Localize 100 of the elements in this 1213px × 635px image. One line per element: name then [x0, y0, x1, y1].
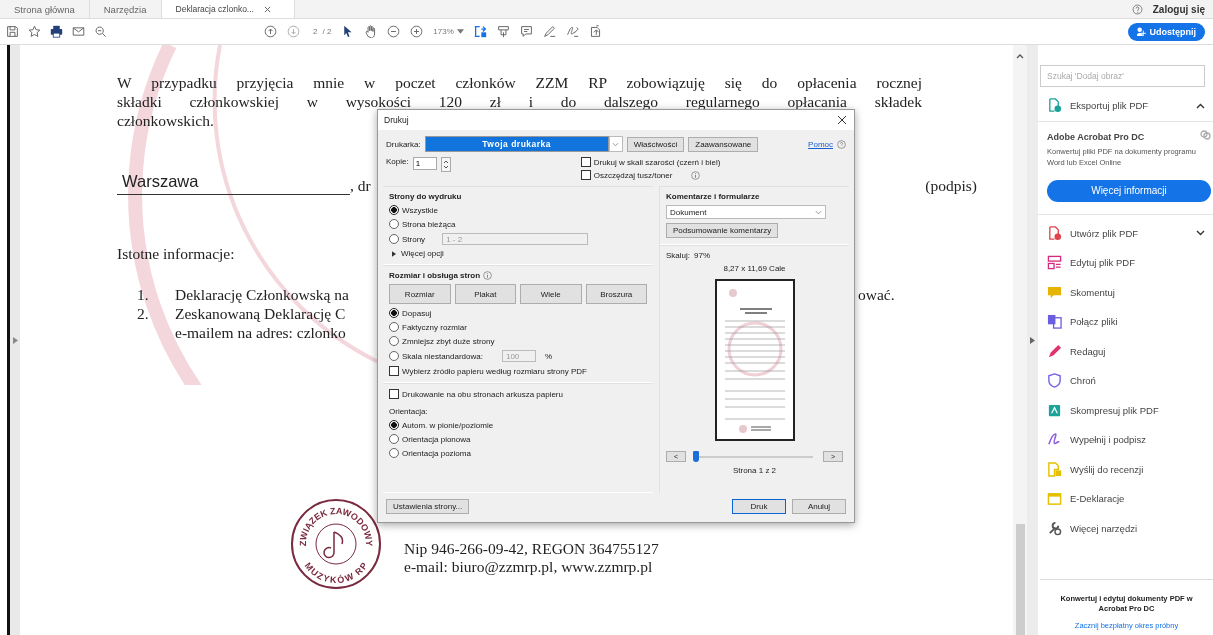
radio-button[interactable] — [389, 308, 399, 318]
tool-item[interactable]: E-Deklaracje — [1038, 484, 1213, 514]
search-field[interactable]: Szukaj 'Dodaj obraz' — [1040, 65, 1205, 87]
checkbox[interactable] — [580, 157, 591, 167]
help-link[interactable]: Pomoc — [808, 139, 833, 149]
star-icon[interactable] — [28, 25, 41, 38]
print-button[interactable]: Druk — [732, 499, 786, 514]
tab[interactable]: Narzędzia — [89, 0, 162, 18]
page-mode-button[interactable]: Plakat — [454, 284, 516, 304]
list-number: 2. — [137, 304, 150, 323]
radio-button[interactable] — [389, 448, 399, 458]
help-icon[interactable] — [1131, 3, 1143, 15]
tab[interactable]: Strona główna — [0, 0, 90, 18]
radio-button[interactable] — [389, 420, 399, 430]
paragraph-line: członkowskich. — [117, 111, 214, 130]
fit-page-icon[interactable] — [473, 25, 487, 38]
signature-icon[interactable] — [565, 25, 579, 38]
share-file-icon[interactable] — [588, 25, 602, 38]
page-number-field[interactable]: 2 — [310, 25, 321, 38]
page-mode-button[interactable]: Wiele — [520, 284, 582, 304]
slider-thumb[interactable] — [693, 450, 700, 462]
option-label: Orientacja pionowa — [402, 434, 471, 444]
zoom-in-icon[interactable] — [410, 25, 424, 38]
zoom-out-icon[interactable] — [387, 25, 401, 38]
tab[interactable]: Deklaracja czlonko... — [161, 0, 295, 18]
tool-item[interactable]: Redaguj — [1038, 336, 1213, 366]
spinner-icon[interactable] — [440, 157, 451, 172]
mail-icon[interactable] — [72, 25, 85, 38]
footer-line: e-mail: biuro@zzmrp.pl, www.zzmrp.pl — [404, 558, 653, 576]
tool-item[interactable]: Edytuj plik PDF — [1038, 248, 1213, 278]
close-icon[interactable] — [263, 5, 271, 13]
radio-button[interactable] — [389, 322, 399, 332]
more-options-link[interactable]: Więcej opcji — [401, 249, 444, 258]
option-label: Wszystkie — [402, 205, 438, 215]
comment-icon[interactable] — [519, 25, 533, 38]
tool-item[interactable]: Skompresuj plik PDF — [1038, 395, 1213, 425]
cancel-button[interactable]: Anuluj — [792, 499, 846, 514]
zoom-search-icon[interactable] — [94, 25, 107, 38]
radio-button[interactable] — [389, 234, 399, 244]
tool-item[interactable]: Wypełnij i podpisz — [1038, 425, 1213, 455]
tool-item[interactable]: Utwórz plik PDF — [1038, 218, 1213, 248]
checkbox[interactable] — [580, 170, 591, 180]
tool-item[interactable]: Wyślij do recenzji — [1038, 454, 1213, 484]
radio-button[interactable] — [389, 434, 399, 444]
paragraph-line: W przypadku przyjęcia mnie w poczet członków ZZM RP zobowiązuję się do opłacenia rocznej — [117, 73, 922, 92]
radio-button[interactable] — [389, 351, 399, 361]
comments-dropdown[interactable]: Dokument — [666, 205, 826, 219]
page-indicator: Strona 1 z 2 — [732, 466, 777, 475]
radio-button[interactable] — [389, 205, 399, 215]
option-label: Faktyczny rozmiar — [402, 322, 467, 332]
date-label: , dr — [350, 177, 371, 195]
zoom-dropdown[interactable]: 173% — [433, 27, 464, 36]
save-icon[interactable] — [6, 25, 19, 38]
previous-page-icon[interactable] — [264, 25, 277, 38]
chevron-icon[interactable] — [1196, 230, 1205, 237]
sign-in-link[interactable]: Zaloguj się — [1152, 3, 1205, 15]
page-mode-button[interactable]: Rozmiar — [389, 284, 451, 304]
section-heading: Rozmiar i obsługa stron — [389, 271, 481, 280]
pen-icon[interactable] — [542, 25, 556, 38]
document-icon — [1047, 98, 1062, 114]
page-count: / 2 — [322, 27, 332, 36]
expand-arrow-icon[interactable] — [1030, 337, 1035, 344]
tool-item[interactable]: Połącz pliki — [1038, 307, 1213, 337]
scrollbar-thumb[interactable] — [1015, 524, 1025, 635]
copies-field[interactable]: 1 — [412, 157, 437, 170]
share-button[interactable]: Udostępnij — [1127, 22, 1205, 41]
scroll-up-icon[interactable] — [1016, 53, 1024, 59]
scroll-mode-icon[interactable] — [496, 25, 510, 38]
summarize-comments-button[interactable]: Podsumowanie komentarzy — [666, 223, 779, 238]
radio-button[interactable] — [389, 219, 399, 229]
printer-dropdown[interactable]: Twoja drukarka — [424, 136, 609, 152]
scale-value: 97% — [694, 251, 711, 260]
list-number: 1. — [137, 285, 150, 304]
checkbox[interactable] — [389, 389, 399, 399]
dialog-button[interactable]: Zaawansowane — [688, 136, 759, 152]
page-mode-button[interactable]: Broszura — [585, 284, 647, 304]
paragraph-line: składki członkowskiej w wysokości 120 zł i do dalszego regularnego opłacania składek — [117, 92, 922, 111]
tool-item[interactable]: Więcej narzędzi — [1038, 513, 1213, 543]
checkbox[interactable] — [389, 366, 399, 376]
dialog-button[interactable]: Właściwości — [626, 136, 685, 152]
close-icon[interactable] — [838, 116, 846, 124]
percent-label: % — [544, 351, 553, 361]
paper-size: 8,27 x 11,69 Cale — [723, 264, 786, 273]
tool-item[interactable]: Chroń — [1038, 366, 1213, 396]
caret-icon[interactable] — [456, 29, 464, 34]
print-icon[interactable] — [50, 25, 63, 38]
more-info-button[interactable]: Więcej informacji — [1047, 179, 1211, 202]
option-label: Orientacja pozioma — [402, 448, 471, 458]
radio-button[interactable] — [389, 336, 399, 346]
section-heading: Komentarze i formularze — [666, 192, 761, 201]
expand-arrow-icon[interactable] — [392, 250, 396, 257]
hand-icon[interactable] — [364, 25, 378, 38]
info-icon[interactable] — [483, 271, 493, 280]
option-label: Wybierz źródło papieru według rozmiaru strony PDF — [402, 366, 587, 376]
option-label: Zmniejsz zbyt duże strony — [402, 336, 495, 346]
tool-item[interactable]: Skomentuj — [1038, 277, 1213, 307]
page-setup-button[interactable]: Ustawienia strony... — [386, 499, 470, 514]
chevron-icon[interactable] — [1196, 102, 1205, 109]
printer-label: Drukarka: — [386, 139, 421, 149]
tool-item[interactable]: Eksportuj plik PDF — [1038, 91, 1213, 122]
